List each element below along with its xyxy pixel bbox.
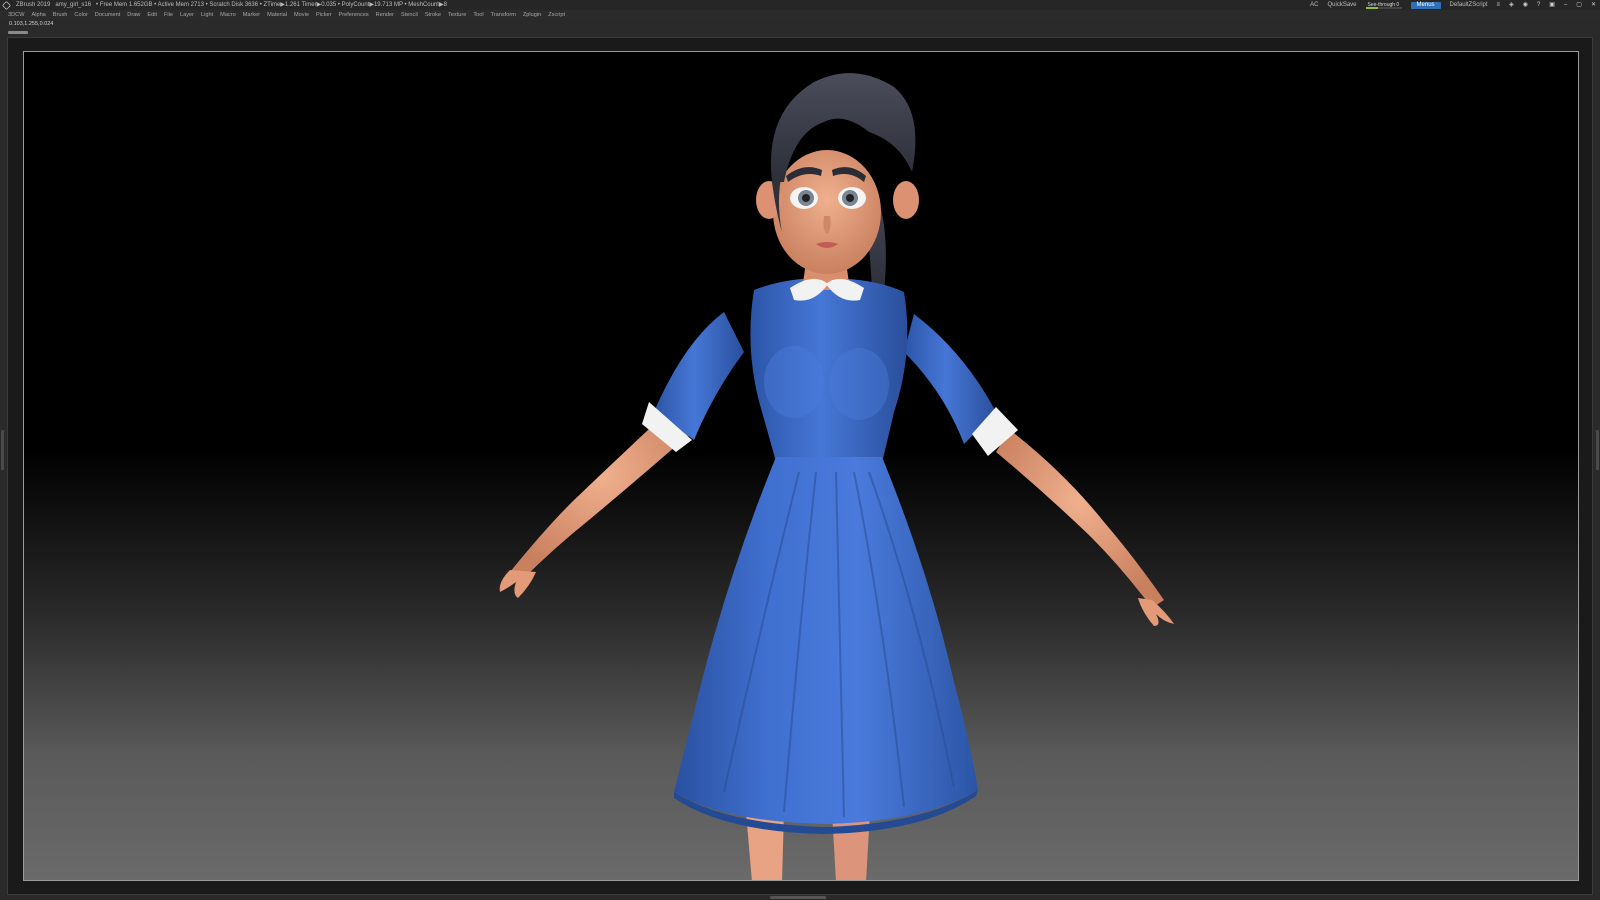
menu-edit[interactable]: Edit [147,10,157,20]
dress-skirt [674,457,978,824]
menu-layer[interactable]: Layer [180,10,194,20]
coordinate-readout: 0.103,1.255,0.024 [9,21,54,27]
menus-button[interactable]: Menus [1410,1,1441,9]
menu-light[interactable]: Light [201,10,213,20]
shelf-slider[interactable] [8,31,28,34]
menu-stencil[interactable]: Stencil [401,10,418,20]
brush-settings-icon[interactable]: ◉ [1523,0,1528,10]
menu-zscript[interactable]: Zscript [548,10,565,20]
right-arm [996,430,1164,608]
help-icon[interactable]: ? [1537,0,1540,10]
memory-stats: • Free Mem 1.652GB • Active Mem 2713 • S… [96,2,447,8]
menu-movie[interactable]: Movie [294,10,309,20]
menu-material[interactable]: Material [267,10,287,20]
menu-layout-icon[interactable]: ≡ [1497,0,1501,10]
palette-icon[interactable]: ◈ [1509,0,1514,10]
info-bar: 0.103,1.255,0.024 [0,20,1600,36]
ac-button[interactable]: AC [1310,0,1318,10]
title-bar: ZBrush 2019 amy_girl_s16 • Free Mem 1.65… [0,0,1600,10]
menu-transform[interactable]: Transform [491,10,516,20]
menu-macro[interactable]: Macro [220,10,236,20]
menu-tool[interactable]: Tool [473,10,483,20]
menu-marker[interactable]: Marker [243,10,260,20]
file-name: amy_girl_s16 [55,2,92,8]
see-through-slider[interactable]: See-through 0 [1365,2,1402,9]
left-hand [499,570,536,598]
head [773,150,881,274]
menu-color[interactable]: Color [74,10,87,20]
app-name: ZBrush 2019 [16,2,51,8]
canvas-frame [7,37,1593,895]
bottom-tray-handle[interactable] [770,896,826,899]
character-model[interactable] [24,52,1579,881]
right-ear [893,181,919,219]
see-through-fill [1365,6,1379,9]
menu-alpha[interactable]: Alpha [31,10,45,20]
menu-preferences[interactable]: Preferences [338,10,368,20]
maximize-icon[interactable]: ▢ [1576,0,1582,10]
menu-picker[interactable]: Picker [316,10,332,20]
menu-draw[interactable]: Draw [127,10,140,20]
menu-zplugin[interactable]: Zplugin [523,10,541,20]
default-zscript-button[interactable]: DefaultZScript [1450,0,1488,10]
menu-bar: 3DCW Alpha Brush Color Document Draw Edit File L… [0,10,1600,20]
menu-stroke[interactable]: Stroke [425,10,441,20]
quicksave-button[interactable]: QuickSave [1328,0,1357,10]
menu-brush[interactable]: Brush [53,10,68,20]
right-tray-handle[interactable] [1596,430,1599,470]
lock-icon[interactable]: ▣ [1549,0,1555,10]
menu-file[interactable]: File [164,10,173,20]
left-tray-handle[interactable] [1,430,4,470]
close-icon[interactable]: ✕ [1591,0,1596,10]
menu-texture[interactable]: Texture [448,10,466,20]
menu-render[interactable]: Render [376,10,394,20]
menu-3dcw[interactable]: 3DCW [8,10,24,20]
minimize-icon[interactable]: – [1564,0,1567,10]
zbrush-logo-icon [2,0,11,10]
document-viewport[interactable] [23,51,1579,881]
menu-document[interactable]: Document [95,10,121,20]
